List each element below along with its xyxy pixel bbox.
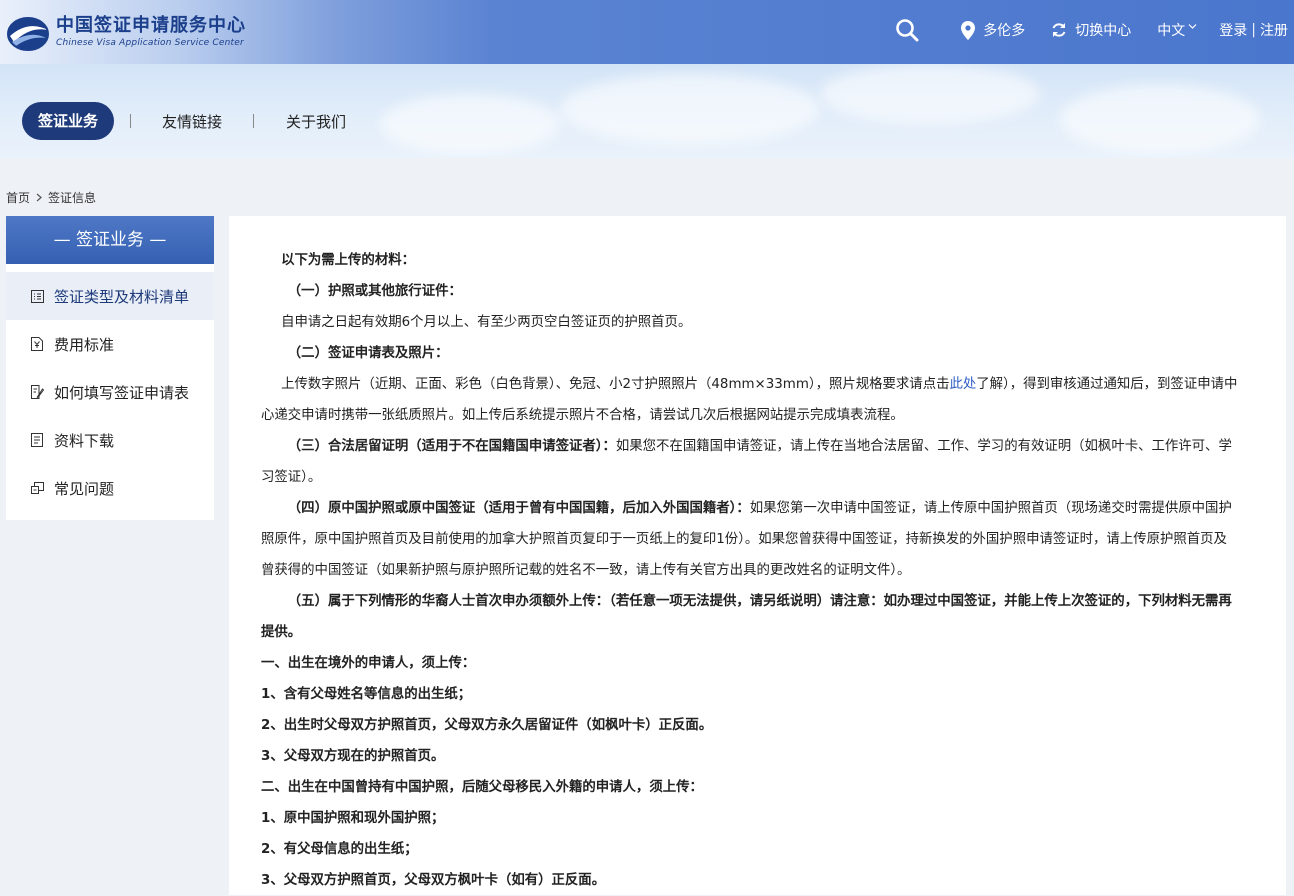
top-actions: 多伦多 切换中心 中文 登录 | 注册 — [895, 0, 1288, 60]
nav-item-friendly-links[interactable]: 友情链接 — [131, 111, 253, 132]
refresh-icon — [1052, 23, 1066, 37]
section-1-text: 自申请之日起有效期6个月以上、有至少两页空白签证页的护照首页。 — [281, 315, 692, 330]
section-1-title: （一）护照或其他旅行证件： — [287, 284, 462, 299]
photo-spec-link[interactable]: 此处 — [949, 377, 976, 392]
materials-article: 以下为需上传的材料： （一）护照或其他旅行证件： 自申请之日起有效期6个月以上、… — [261, 245, 1239, 896]
chevron-right-icon — [36, 191, 42, 205]
sidebar-item-label: 常见问题 — [54, 479, 115, 498]
sidebar-item-visa-types[interactable]: 签证类型及材料清单 — [6, 272, 214, 320]
nav-item-about-us[interactable]: 关于我们 — [254, 111, 362, 132]
section-4-paragraph: （四）原中国护照或原中国签证（适用于曾有中国国籍，后加入外国国籍者）：如果您第一… — [261, 493, 1239, 586]
section-5-title: （五）属于下列情形的华裔人士首次申办须额外上传：（若任意一项无法提供，请另纸说明… — [261, 594, 1232, 640]
sidebar-item-fill-form[interactable]: 如何填写签证申请表 — [6, 368, 214, 416]
list-icon — [30, 289, 44, 303]
section-3-paragraph: （三）合法居留证明（适用于不在国籍国申请签证者）：如果您不在国籍国申请签证，请上… — [261, 431, 1239, 493]
banner-cloud — [380, 94, 560, 154]
language-label: 中文 — [1157, 23, 1186, 39]
banner-cloud — [820, 64, 1040, 124]
main-content: 以下为需上传的材料： （一）护照或其他旅行证件： 自申请之日起有效期6个月以上、… — [229, 216, 1286, 895]
breadcrumb-home[interactable]: 首页 — [6, 189, 30, 206]
sidebar-title: — 签证业务 — — [6, 216, 214, 264]
switch-center-button[interactable]: 切换中心 — [1051, 20, 1131, 40]
pencil-doc-icon — [30, 385, 44, 399]
list-item: 3、父母双方护照首页，父母双方枫叶卡（如有）正反面。 — [261, 873, 606, 888]
list-item: 1、原中国护照和现外国护照； — [261, 811, 445, 826]
login-link[interactable]: 登录 — [1219, 20, 1247, 40]
group-1-title: 一、出生在境外的申请人，须上传： — [261, 656, 476, 671]
intro-heading: 以下为需上传的材料： — [281, 253, 415, 268]
search-button[interactable] — [895, 18, 927, 42]
location-pin-icon — [961, 20, 976, 40]
breadcrumb-current: 签证信息 — [48, 191, 97, 205]
sidebar-item-faq[interactable]: 常见问题 — [6, 464, 214, 512]
section-2-text-a: 上传数字照片（近期、正面、彩色（白色背景）、免冠、小2寸护照照片（48mm×33… — [281, 377, 950, 392]
sidebar-item-label: 签证类型及材料清单 — [54, 287, 190, 306]
section-3-title: （三）合法居留证明（适用于不在国籍国申请签证者）： — [287, 439, 616, 454]
list-item: 2、有父母信息的出生纸； — [261, 842, 418, 857]
sidebar-item-label: 费用标准 — [54, 335, 115, 354]
chevron-down-icon — [1188, 23, 1197, 29]
list-item: 2、出生时父母双方护照首页，父母双方永久居留证件（如枫叶卡）正反面。 — [261, 718, 713, 733]
yen-doc-icon — [30, 337, 44, 351]
question-icon — [30, 481, 44, 495]
logo-title-cn: 中国签证申请服务中心 — [56, 15, 246, 36]
sidebar-item-label: 资料下载 — [54, 431, 115, 450]
search-icon — [896, 19, 919, 42]
sidebar-item-downloads[interactable]: 资料下载 — [6, 416, 214, 464]
breadcrumb: 首页 签证信息 — [6, 189, 96, 206]
sidebar-item-label: 如何填写签证申请表 — [54, 383, 190, 402]
language-selector[interactable]: 中文 — [1157, 20, 1197, 40]
auth-divider: | — [1251, 22, 1256, 38]
nav-item-visa-business[interactable]: 签证业务 — [22, 102, 115, 140]
banner-cloud — [560, 74, 820, 144]
list-item: 1、含有父母姓名等信息的出生纸； — [261, 687, 472, 702]
banner: 签证业务 友情链接 关于我们 — [0, 64, 1294, 158]
section-4-title: （四）原中国护照或原中国签证（适用于曾有中国国籍，后加入外国国籍者）： — [287, 501, 750, 516]
main-nav: 签证业务 友情链接 关于我们 — [22, 102, 362, 140]
banner-cloud — [1060, 84, 1260, 154]
group-2-title: 二、出生在中国曾持有中国护照，后随父母移民入外籍的申请人，须上传： — [261, 780, 703, 795]
city-label: 多伦多 — [983, 23, 1026, 39]
site-logo[interactable]: 中国签证申请服务中心 Chinese Visa Application Serv… — [6, 8, 246, 56]
section-2-paragraph: 上传数字照片（近期、正面、彩色（白色背景）、免冠、小2寸护照照片（48mm×33… — [261, 369, 1239, 431]
switch-center-label: 切换中心 — [1075, 23, 1132, 39]
logo-emblem-icon — [7, 17, 49, 51]
list-item: 3、父母双方现在的护照首页。 — [261, 749, 445, 764]
section-2-title: （二）签证申请表及照片： — [287, 346, 449, 361]
top-bar: 中国签证申请服务中心 Chinese Visa Application Serv… — [0, 0, 1294, 64]
sidebar-item-fees[interactable]: 费用标准 — [6, 320, 214, 368]
register-link[interactable]: 注册 — [1260, 20, 1288, 40]
city-selector[interactable]: 多伦多 — [961, 20, 1025, 40]
document-icon — [30, 433, 44, 447]
logo-title-en: Chinese Visa Application Service Center — [56, 38, 244, 48]
sidebar: — 签证业务 — 签证类型及材料清单 费用标准 如何填写签证申请表 资料下载 常… — [6, 216, 214, 520]
